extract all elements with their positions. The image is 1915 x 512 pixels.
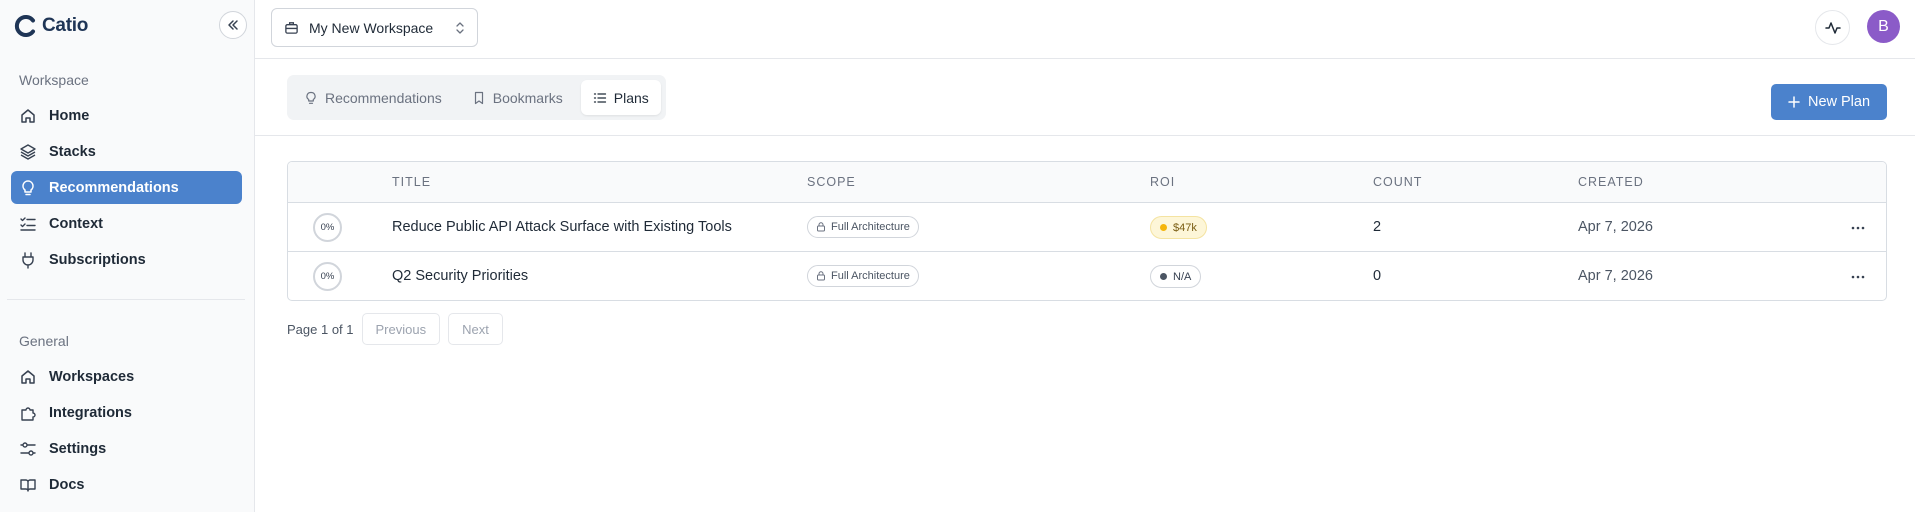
new-plan-label: New Plan: [1807, 94, 1871, 110]
section-label-workspace: Workspace: [19, 72, 89, 88]
puzzle-icon: [21, 406, 36, 421]
main-content: My New Workspace B Recommendations Bookm…: [255, 0, 1915, 512]
column-header-created[interactable]: CREATED: [1578, 175, 1644, 189]
sidebar-item-label: Stacks: [49, 143, 96, 160]
list-checks-icon: [20, 216, 36, 231]
new-plan-button[interactable]: New Plan: [1771, 84, 1887, 120]
home-icon: [21, 369, 35, 384]
roi-badge: N/A: [1150, 265, 1202, 288]
user-avatar[interactable]: B: [1867, 10, 1900, 43]
scope-label: Full Architecture: [831, 221, 910, 233]
roi-value: $47k: [1173, 221, 1197, 234]
activity-button[interactable]: [1815, 10, 1850, 45]
more-horizontal-icon: [1851, 226, 1865, 230]
tab-plans[interactable]: Plans: [580, 80, 661, 115]
plan-title[interactable]: Q2 Security Priorities: [392, 268, 528, 284]
sidebar-item-label: Settings: [49, 440, 107, 457]
previous-page-button[interactable]: Previous: [361, 313, 441, 345]
chevrons-up-down-icon: [456, 21, 464, 34]
sidebar-item-home[interactable]: Home: [11, 99, 242, 132]
sidebar-item-integrations[interactable]: Integrations: [11, 396, 242, 429]
home-icon: [21, 108, 35, 123]
lightbulb-icon: [306, 91, 316, 104]
sidebar-item-label: Context: [49, 215, 103, 232]
view-tabs: Recommendations Bookmarks Plans: [287, 75, 666, 120]
collapse-sidebar-button[interactable]: [219, 11, 247, 39]
tab-label: Plans: [613, 89, 649, 106]
lock-icon: [817, 222, 825, 232]
activity-icon: [1824, 21, 1841, 34]
row-actions-button[interactable]: [1846, 216, 1870, 240]
page-indicator: Page 1 of 1: [287, 321, 354, 337]
section-label-general: General: [19, 333, 69, 349]
sidebar-item-label: Home: [49, 107, 90, 124]
sidebar-item-label: Integrations: [49, 404, 132, 421]
workspace-selector[interactable]: My New Workspace: [271, 8, 478, 47]
sidebar-item-recommendations[interactable]: Recommendations: [11, 171, 242, 204]
sidebar-item-docs[interactable]: Docs: [11, 468, 242, 501]
workspace-name: My New Workspace: [309, 19, 434, 36]
bookmark-icon: [474, 91, 483, 104]
sidebar-item-label: Workspaces: [49, 368, 135, 385]
next-page-button[interactable]: Next: [448, 313, 503, 345]
plans-table: TITLE SCOPE ROI COUNT CREATED 0% Reduce …: [287, 161, 1887, 301]
tab-recommendations[interactable]: Recommendations: [292, 80, 454, 115]
sidebar: Catio Workspace Home Stacks Recommendati…: [0, 0, 255, 512]
scope-label: Full Architecture: [831, 270, 910, 282]
column-header-roi[interactable]: ROI: [1150, 175, 1175, 189]
sidebar-item-workspaces[interactable]: Workspaces: [11, 360, 242, 393]
plan-created-date: Apr 7, 2026: [1578, 219, 1653, 235]
brand-logo[interactable]: Catio: [14, 14, 88, 38]
roi-badge: $47k: [1150, 216, 1207, 239]
column-header-scope[interactable]: SCOPE: [807, 175, 856, 189]
briefcase-icon: [285, 22, 298, 34]
progress-ring: 0%: [313, 262, 342, 291]
list-icon: [593, 92, 606, 103]
column-header-title[interactable]: TITLE: [392, 175, 431, 189]
sidebar-item-settings[interactable]: Settings: [11, 432, 242, 465]
sidebar-item-label: Recommendations: [49, 179, 179, 196]
sidebar-item-stacks[interactable]: Stacks: [11, 135, 242, 168]
plan-count: 2: [1373, 219, 1382, 235]
lock-icon: [817, 271, 825, 281]
scope-badge: Full Architecture: [807, 265, 919, 287]
sidebar-item-context[interactable]: Context: [11, 207, 242, 240]
layers-icon: [20, 143, 36, 160]
sidebar-divider: [7, 299, 245, 300]
lightbulb-icon: [22, 179, 34, 195]
roi-value: N/A: [1173, 270, 1192, 283]
table-row[interactable]: 0% Reduce Public API Attack Surface with…: [288, 203, 1886, 252]
plan-title[interactable]: Reduce Public API Attack Surface with Ex…: [392, 219, 732, 235]
brand-name: Catio: [42, 15, 89, 36]
sidebar-item-label: Subscriptions: [49, 251, 146, 268]
column-header-count[interactable]: COUNT: [1373, 175, 1422, 189]
tab-label: Bookmarks: [492, 89, 563, 106]
progress-ring: 0%: [313, 213, 342, 242]
plan-count: 0: [1373, 268, 1382, 284]
scope-badge: Full Architecture: [807, 216, 919, 238]
sliders-icon: [20, 441, 36, 456]
tab-bookmarks[interactable]: Bookmarks: [460, 80, 575, 115]
more-horizontal-icon: [1851, 275, 1865, 279]
table-row[interactable]: 0% Q2 Security Priorities Full Architect…: [288, 252, 1886, 300]
book-icon: [20, 478, 36, 492]
tab-label: Recommendations: [325, 89, 442, 106]
plug-icon: [22, 251, 34, 269]
plan-created-date: Apr 7, 2026: [1578, 268, 1653, 284]
row-actions-button[interactable]: [1846, 265, 1870, 289]
top-bar: My New Workspace B: [255, 0, 1915, 59]
sidebar-item-label: Docs: [49, 476, 85, 493]
roi-status-dot: [1160, 224, 1167, 231]
pagination: Page 1 of 1 Previous Next: [287, 313, 503, 345]
sidebar-item-subscriptions[interactable]: Subscriptions: [11, 243, 242, 276]
chevrons-left-icon: [228, 20, 238, 30]
catio-logo-icon: [14, 15, 35, 37]
table-header: TITLE SCOPE ROI COUNT CREATED: [288, 162, 1886, 203]
roi-status-dot: [1160, 273, 1167, 280]
plus-icon: [1788, 96, 1800, 108]
sub-header: Recommendations Bookmarks Plans New Plan: [255, 59, 1915, 136]
